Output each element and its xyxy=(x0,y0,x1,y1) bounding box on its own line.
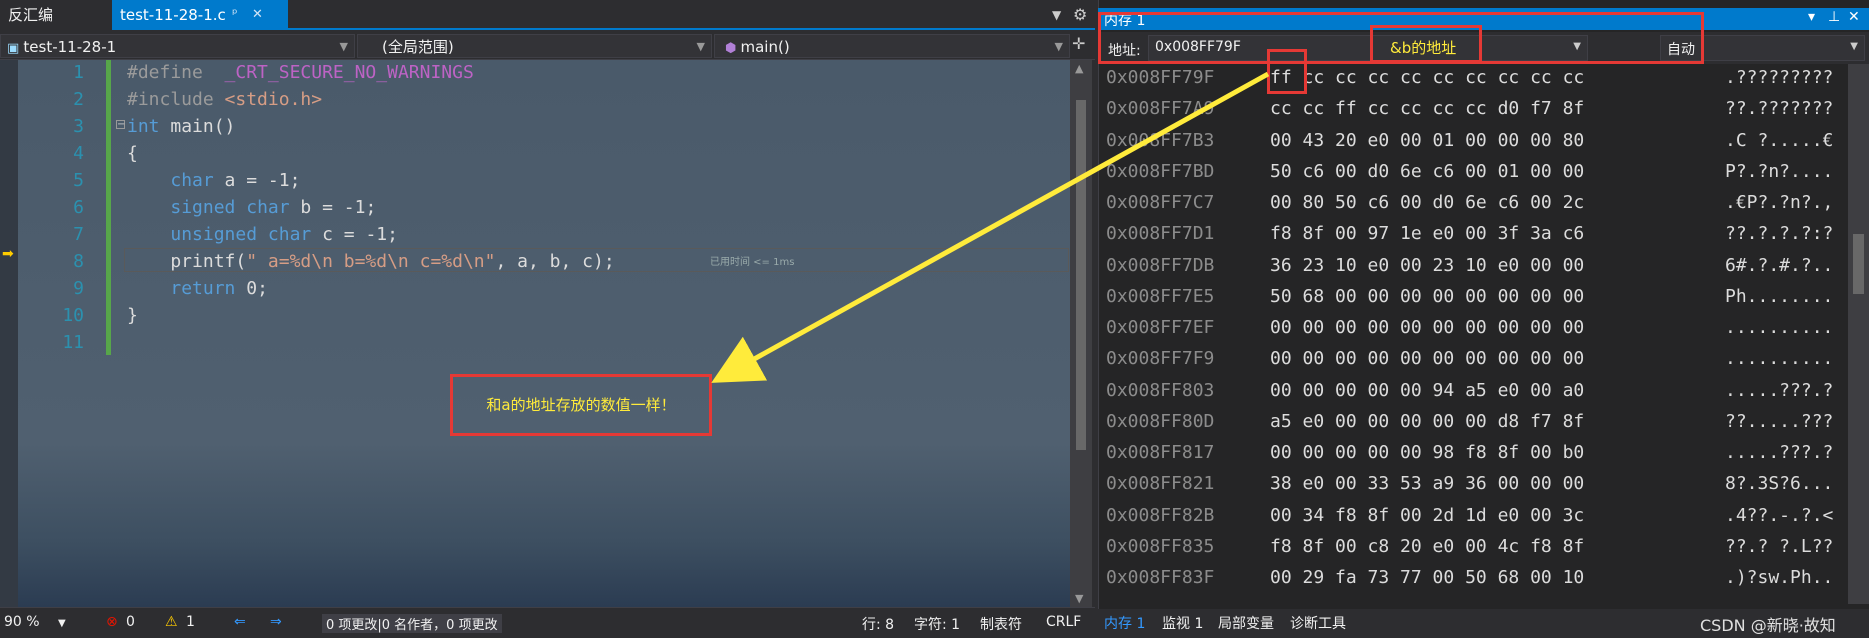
annotation-arrow xyxy=(711,71,1270,383)
watermark: CSDN @新晓·故知 xyxy=(1700,616,1836,635)
